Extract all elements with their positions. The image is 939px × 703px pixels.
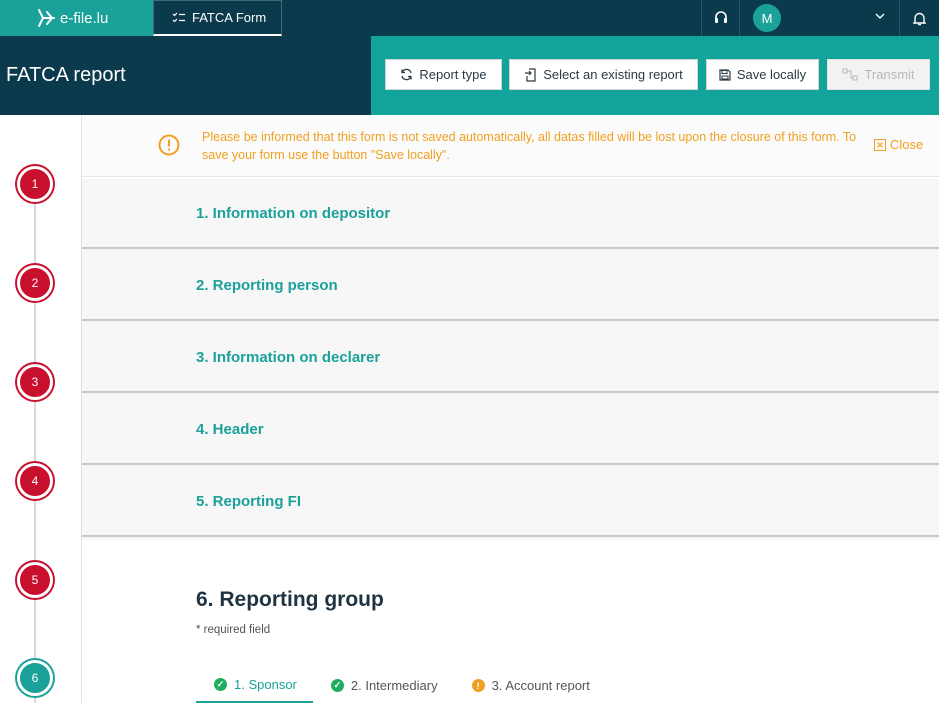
tab-label: 2. Intermediary bbox=[350, 678, 438, 693]
save-icon bbox=[719, 68, 731, 81]
select-existing-label: Select an existing report bbox=[543, 67, 683, 82]
tab-label: 3. Account report bbox=[491, 678, 590, 693]
unsaved-warning-notice: Please be informed that this form is not… bbox=[82, 115, 939, 177]
step-5[interactable]: 5 bbox=[17, 562, 53, 598]
stepper: 1 2 3 4 5 6 bbox=[0, 115, 82, 703]
avatar: M bbox=[753, 4, 781, 32]
user-menu[interactable]: M bbox=[739, 0, 899, 36]
reporting-group-tabs: ✓ 1. Sponsor ✓ 2. Intermediary ! 3. Acco… bbox=[196, 668, 606, 703]
select-existing-report-button[interactable]: Select an existing report bbox=[509, 59, 698, 90]
tab-label: FATCA Form bbox=[192, 10, 267, 25]
section-title: 2. Reporting person bbox=[196, 276, 338, 294]
logo[interactable]: e-file.lu bbox=[0, 0, 153, 36]
logo-text: e-file.lu bbox=[60, 9, 109, 27]
support-button[interactable] bbox=[701, 0, 739, 36]
section-information-on-declarer[interactable]: 3. Information on declarer bbox=[82, 323, 939, 393]
tab-fatca-form[interactable]: FATCA Form bbox=[153, 0, 282, 36]
notifications-button[interactable] bbox=[899, 0, 939, 36]
refresh-icon bbox=[401, 68, 413, 81]
section-information-on-depositor[interactable]: 1. Information on depositor bbox=[82, 179, 939, 249]
section-reporting-person[interactable]: 2. Reporting person bbox=[82, 251, 939, 321]
required-field-note: * required field bbox=[196, 624, 271, 636]
logo-icon bbox=[38, 9, 55, 27]
step-1[interactable]: 1 bbox=[17, 166, 53, 202]
file-import-icon bbox=[525, 67, 536, 82]
transmit-button[interactable]: Transmit bbox=[827, 59, 930, 90]
top-bar: e-file.lu FATCA Form M bbox=[0, 0, 939, 36]
checklist-icon bbox=[172, 12, 185, 22]
toolbar: Report type Select an existing report Sa… bbox=[371, 36, 939, 115]
save-locally-button[interactable]: Save locally bbox=[706, 59, 819, 90]
close-icon bbox=[874, 138, 886, 151]
page-title: FATCA report bbox=[0, 36, 371, 115]
step-2[interactable]: 2 bbox=[17, 265, 53, 301]
section-title: 4. Header bbox=[196, 420, 264, 438]
chevron-down-icon bbox=[875, 13, 885, 19]
section-title: 1. Information on depositor bbox=[196, 204, 391, 222]
tab-account-report[interactable]: ! 3. Account report bbox=[454, 668, 606, 703]
report-type-button[interactable]: Report type bbox=[385, 59, 502, 90]
exclamation-icon: ! bbox=[471, 679, 485, 692]
tab-label: 1. Sponsor bbox=[234, 677, 297, 692]
section-reporting-fi[interactable]: 5. Reporting FI bbox=[82, 467, 939, 537]
check-icon: ✓ bbox=[214, 678, 227, 691]
notice-text: Please be informed that this form is not… bbox=[202, 130, 857, 162]
transmit-label: Transmit bbox=[864, 67, 915, 82]
section-title: 3. Information on declarer bbox=[196, 348, 381, 366]
report-type-label: Report type bbox=[419, 67, 487, 82]
tab-sponsor[interactable]: ✓ 1. Sponsor bbox=[196, 668, 313, 703]
check-icon: ✓ bbox=[330, 679, 344, 692]
close-label: Close bbox=[890, 137, 924, 152]
save-locally-label: Save locally bbox=[736, 67, 807, 82]
page-header: FATCA report Report type Select an exist… bbox=[0, 36, 939, 115]
bell-icon bbox=[913, 12, 926, 25]
warning-icon bbox=[158, 134, 180, 156]
section-title: 5. Reporting FI bbox=[196, 492, 301, 510]
section-header[interactable]: 4. Header bbox=[82, 395, 939, 465]
stepper-line bbox=[34, 185, 36, 703]
step-6[interactable]: 6 bbox=[17, 660, 53, 696]
network-icon bbox=[842, 68, 858, 81]
tab-intermediary[interactable]: ✓ 2. Intermediary bbox=[313, 668, 454, 703]
close-notice-button[interactable]: Close bbox=[874, 137, 923, 152]
step-3[interactable]: 3 bbox=[17, 364, 53, 400]
step-4[interactable]: 4 bbox=[17, 463, 53, 499]
reporting-group-title: 6. Reporting group bbox=[196, 588, 384, 611]
headset-icon bbox=[714, 11, 727, 23]
